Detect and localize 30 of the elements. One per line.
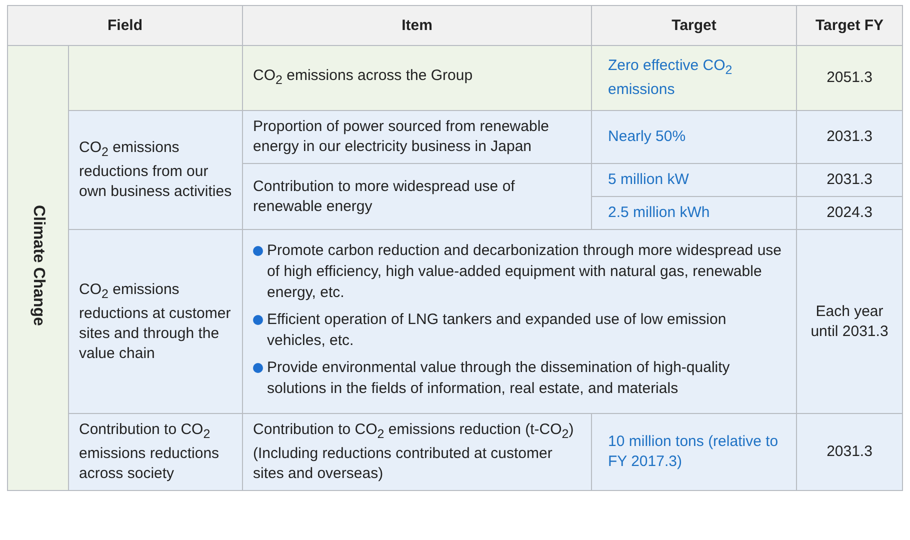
target-year: 2031.3 [796, 110, 903, 164]
bullet-icon [253, 363, 264, 373]
subfield-label: CO$_{2}$ emissions reductions from our own business activities [68, 110, 243, 230]
column-header: Target FY [796, 6, 903, 46]
bullet-text: Efficient operation of LNG tankers and expanded use of low emission vehicles, etc. [267, 310, 728, 351]
item-text: CO$_{2}$ emissions across the Group [253, 66, 474, 89]
bullet-icon [253, 315, 264, 325]
target-year: 2024.3 [796, 196, 903, 230]
column-header: Target [592, 6, 797, 46]
target-year: 2031.3 [796, 164, 903, 196]
target-year: 2031.3 [796, 414, 903, 490]
target-year: Each year until 2031.3 [796, 230, 903, 414]
target-value: Zero effective CO$_{2}$ emissions [592, 46, 797, 110]
target-value: 5 million kW [592, 164, 797, 196]
bullet-icon [253, 246, 264, 256]
target-value: 2.5 million kWh [592, 196, 797, 230]
item-text: (Including reductions contributed at customer sites and overseas) [253, 444, 554, 484]
item-text: Proportion of power sourced from renewable energy in our electricity business in Japan [253, 117, 550, 157]
target-year: 2051.3 [796, 46, 903, 110]
target-value: 10 million tons (relative to FY 2017.3) [592, 414, 797, 490]
field-label: Climate Change [29, 204, 48, 326]
column-header: Item [242, 6, 592, 46]
column-header: Field [8, 6, 243, 46]
subfield-label: CO$_{2}$ emissions reductions at customer sites and through the value chain [68, 230, 243, 414]
item-text: Contribution to CO$_{2}$ emissions reduction (t-CO$_{2}$) [253, 420, 575, 443]
item-text: Contribution to more widespread use of renewable energy [253, 176, 516, 216]
target-value: Nearly 50% [592, 110, 797, 164]
bullet-text: Promote carbon reduction and decarbonization through more widespread use of high efficiency, high value-added equipment with natural gas, renewable energy, etc. [267, 241, 782, 303]
subfield-label: Contribution to CO$_{2}$ emissions reductions across society [68, 414, 243, 490]
bullet-text: Provide environmental value through the dissemination of high-quality solutions in the fields of information, real estate, and materials [267, 358, 731, 399]
